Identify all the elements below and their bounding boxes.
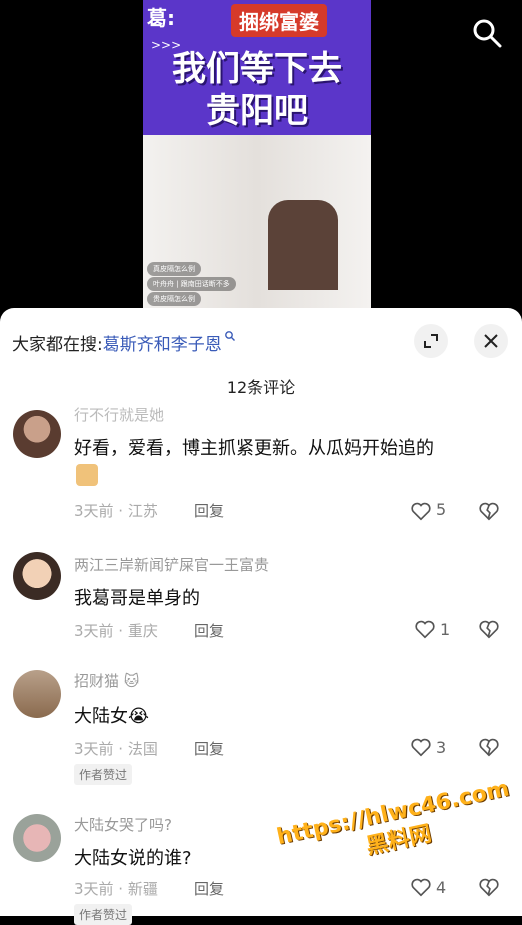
like-count: 3 — [436, 738, 447, 757]
comment-username[interactable]: 行不行就是她 — [74, 404, 164, 425]
comment-text[interactable]: 大陆女😭 — [74, 702, 149, 728]
banner-headline: 我们等下去 贵阳吧 — [157, 48, 357, 132]
like-count: 4 — [436, 878, 447, 897]
heart-icon[interactable] — [414, 618, 436, 640]
search-suggestion-prefix: 大家都在搜: — [12, 335, 103, 355]
comment-meta: 3天前 · 重庆 — [74, 622, 158, 640]
video-player[interactable]: 葛: 捆绑富婆 >>> 我们等下去 贵阳吧 真皮隔怎么例 叶舟舟 | 跟南田话断… — [0, 0, 522, 330]
comment-meta: 3天前 · 新疆 — [74, 880, 158, 898]
broken-heart-icon[interactable] — [478, 618, 500, 640]
reply-button[interactable]: 回复 — [194, 738, 224, 759]
reply-button[interactable]: 回复 — [194, 620, 224, 641]
avatar[interactable] — [13, 670, 61, 718]
author-liked-badge: 作者赞过 — [74, 764, 133, 785]
cat-sticker — [76, 464, 98, 486]
headline-line-2: 贵阳吧 — [206, 91, 308, 131]
live-chat-line: 贵皮隔怎么例 — [147, 292, 201, 306]
like-count: 5 — [436, 500, 447, 519]
broken-heart-icon[interactable] — [478, 876, 500, 898]
video-banner: 葛: 捆绑富婆 >>> 我们等下去 贵阳吧 — [143, 0, 371, 135]
comment-text[interactable]: 好看，爱看，博主抓紧更新。从瓜妈开始追的 — [74, 434, 434, 460]
close-icon — [484, 334, 498, 348]
reply-button[interactable]: 回复 — [194, 500, 224, 521]
comment-username[interactable]: 大陆女哭了吗? — [74, 814, 172, 835]
heart-icon[interactable] — [410, 876, 432, 898]
close-button[interactable] — [474, 324, 508, 358]
reply-button[interactable]: 回复 — [194, 878, 224, 899]
search-icon[interactable] — [472, 18, 502, 48]
video-person-detail — [268, 200, 338, 290]
search-suggestion[interactable]: 大家都在搜:葛斯齐和李子恩 — [12, 330, 236, 355]
comment-username[interactable]: 两江三岸新闻铲屎官一王富贵 — [74, 554, 269, 575]
comment-meta: 3天前 · 法国 — [74, 740, 158, 758]
heart-icon[interactable] — [410, 500, 432, 522]
comment-text[interactable]: 我葛哥是单身的 — [74, 584, 200, 610]
expand-button[interactable] — [414, 324, 448, 358]
live-chat-line: 真皮隔怎么例 — [147, 262, 201, 276]
live-chat-line: 叶舟舟 | 跟南田话断不多 — [147, 277, 236, 291]
like-count: 1 — [440, 620, 451, 639]
expand-icon — [424, 334, 438, 348]
search-suggestion-keyword[interactable]: 葛斯齐和李子恩 — [103, 335, 222, 355]
search-small-icon — [224, 331, 235, 341]
comment-text[interactable]: 大陆女说的谁? — [74, 844, 192, 870]
broken-heart-icon[interactable] — [478, 736, 500, 758]
broken-heart-icon[interactable] — [478, 500, 500, 522]
video-frame: 葛: 捆绑富婆 >>> 我们等下去 贵阳吧 真皮隔怎么例 叶舟舟 | 跟南田话断… — [143, 0, 371, 312]
avatar[interactable] — [13, 410, 61, 458]
headline-line-1: 我们等下去 — [172, 49, 342, 89]
banner-tag: 葛: — [147, 6, 175, 30]
avatar[interactable] — [13, 814, 61, 862]
comment-count: 12条评论 — [226, 378, 296, 397]
comment-username[interactable]: 招财猫 🐱 — [74, 670, 139, 691]
banner-tag-red: 捆绑富婆 — [231, 4, 327, 37]
live-chat-overlay: 真皮隔怎么例 叶舟舟 | 跟南田话断不多 贵皮隔怎么例 — [147, 262, 236, 307]
heart-icon[interactable] — [410, 736, 432, 758]
author-liked-badge: 作者赞过 — [74, 904, 133, 925]
comment-meta: 3天前 · 江苏 — [74, 502, 158, 520]
avatar[interactable] — [13, 552, 61, 600]
